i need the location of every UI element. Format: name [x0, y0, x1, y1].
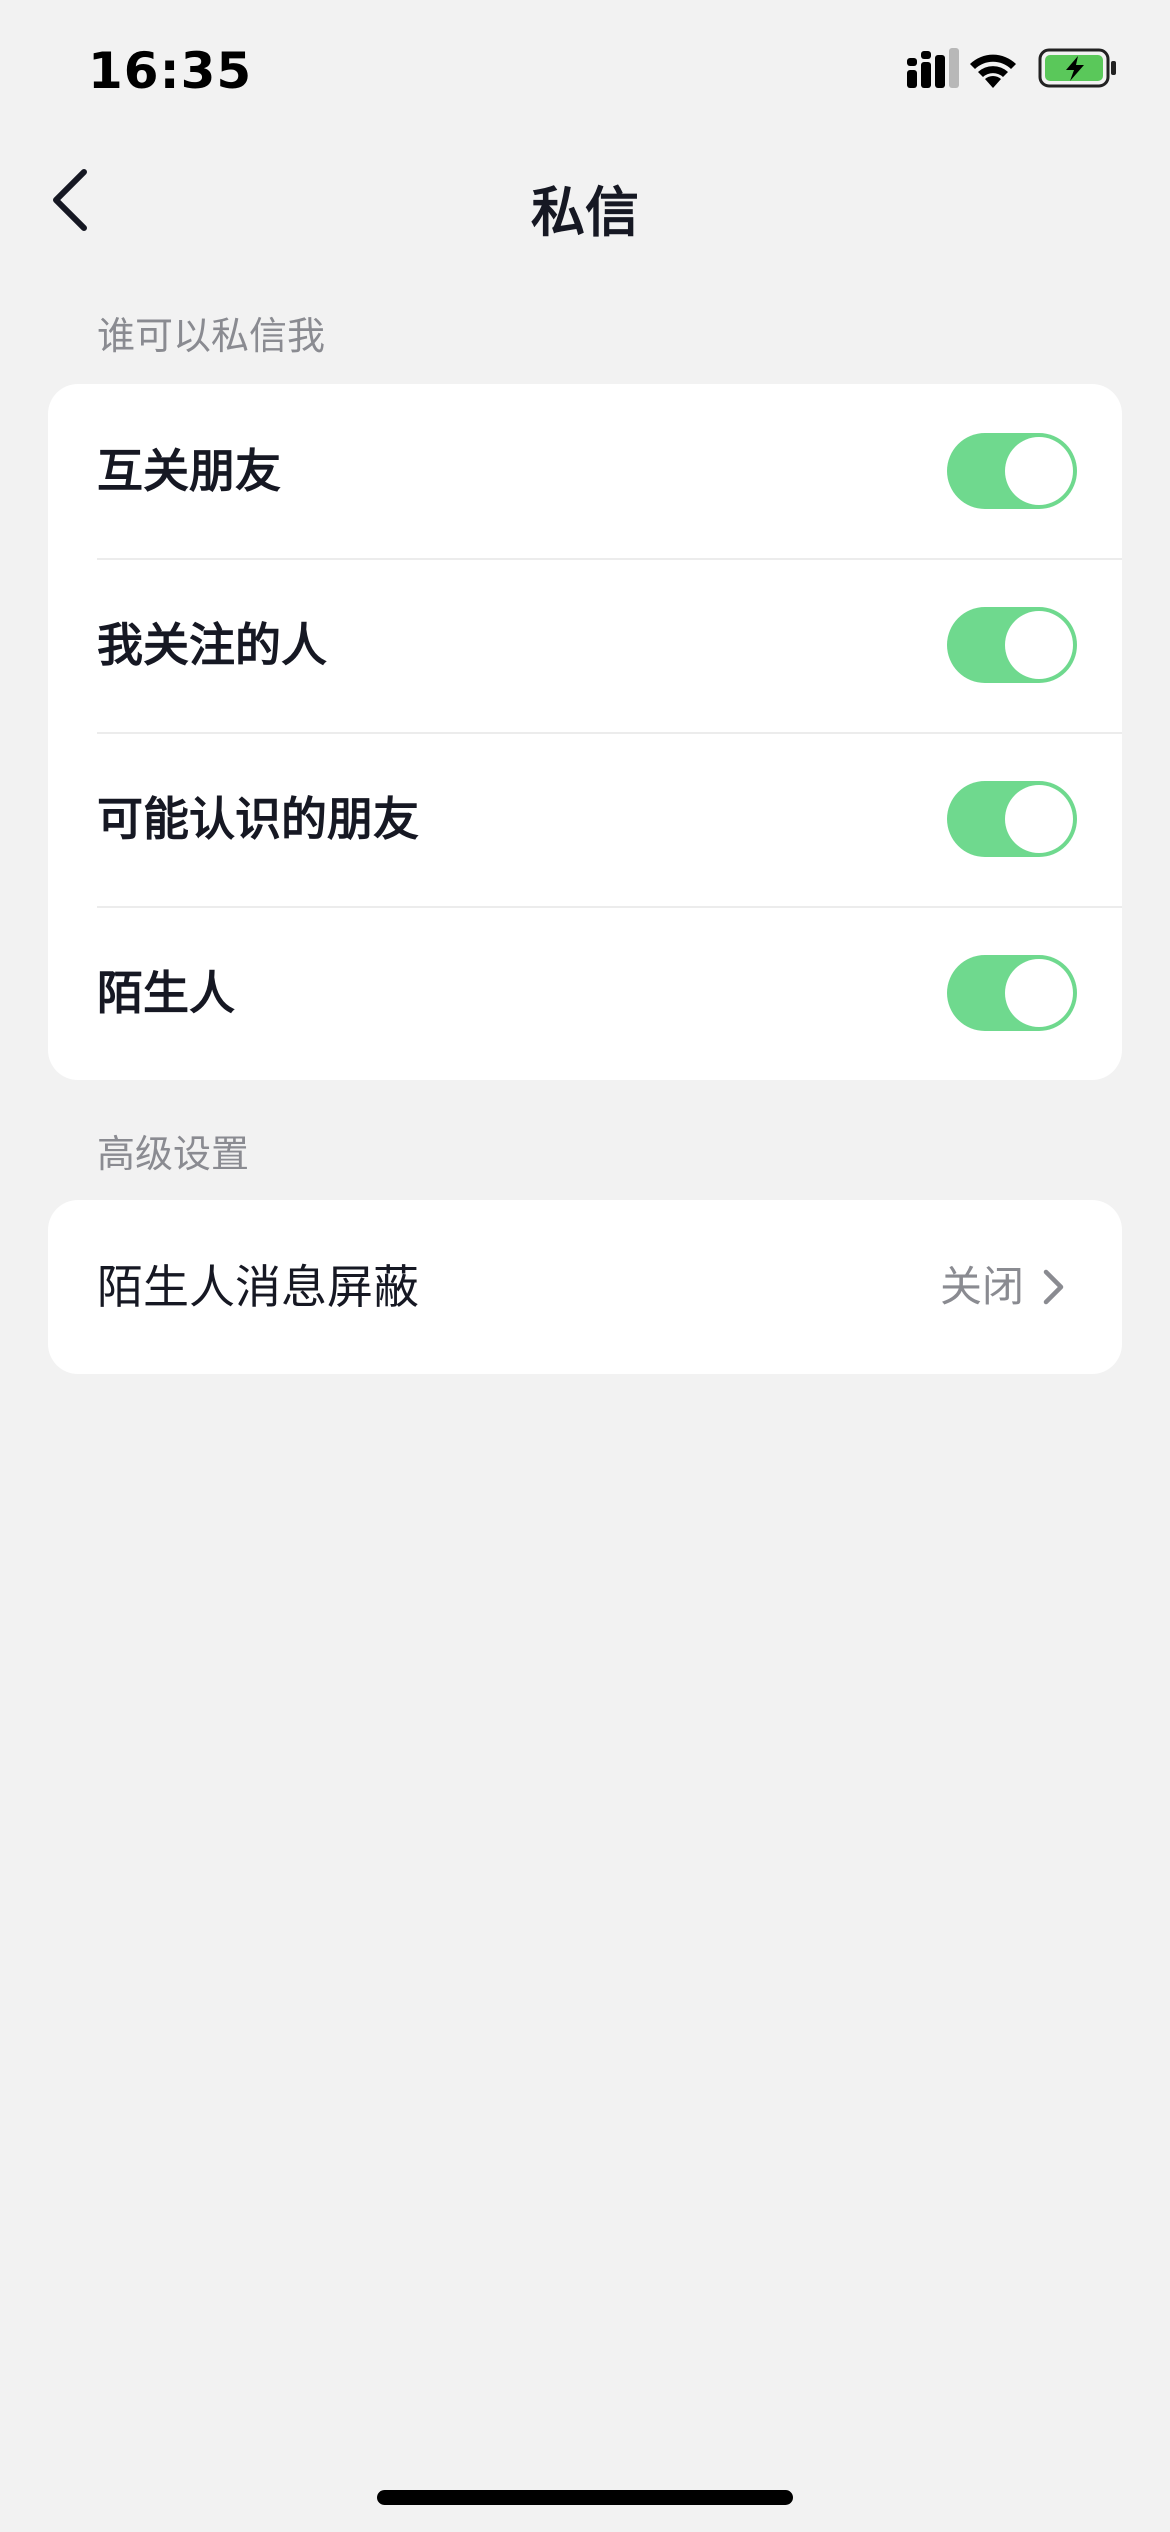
setting-label: 可能认识的朋友 [97, 792, 419, 846]
setting-value: 关闭 [939, 1262, 1024, 1311]
setting-label: 陌生人 [97, 966, 235, 1020]
section-header-who-can-message: 谁可以私信我 [97, 314, 326, 358]
page-title: 私信 [531, 181, 639, 244]
setting-label: 陌生人消息屏蔽 [97, 1260, 419, 1314]
setting-row-mutual-friends: 互关朋友 [48, 384, 1122, 558]
following-toggle[interactable] [947, 607, 1077, 683]
who-can-message-card: 互关朋友 我关注的人 可能认识的朋友 陌生人 [48, 384, 1122, 1080]
nav-bar: 私信 [0, 140, 1170, 260]
people-you-may-know-toggle[interactable] [947, 781, 1077, 857]
advanced-settings-card: 陌生人消息屏蔽 关闭 [48, 1200, 1122, 1374]
setting-row-people-you-may-know: 可能认识的朋友 [48, 732, 1122, 906]
setting-row-following: 我关注的人 [48, 558, 1122, 732]
cellular-signal-icon [907, 48, 959, 88]
chevron-right-icon [1043, 1269, 1064, 1305]
toggle-knob [1005, 959, 1073, 1027]
section-header-advanced: 高级设置 [97, 1132, 250, 1176]
setting-row-strangers: 陌生人 [48, 906, 1122, 1080]
toggle-knob [1005, 437, 1073, 505]
setting-label: 我关注的人 [97, 618, 327, 672]
home-indicator [377, 2490, 793, 2505]
status-bar: 16:35 [0, 0, 1170, 140]
battery-charging-icon [1038, 48, 1116, 88]
strangers-toggle[interactable] [947, 955, 1077, 1031]
wifi-icon [970, 54, 1016, 88]
status-time: 16:35 [88, 42, 253, 100]
mutual-friends-toggle[interactable] [947, 433, 1077, 509]
setting-row-stranger-message-block[interactable]: 陌生人消息屏蔽 关闭 [48, 1200, 1122, 1374]
toggle-knob [1005, 611, 1073, 679]
toggle-knob [1005, 785, 1073, 853]
setting-label: 互关朋友 [97, 444, 281, 498]
